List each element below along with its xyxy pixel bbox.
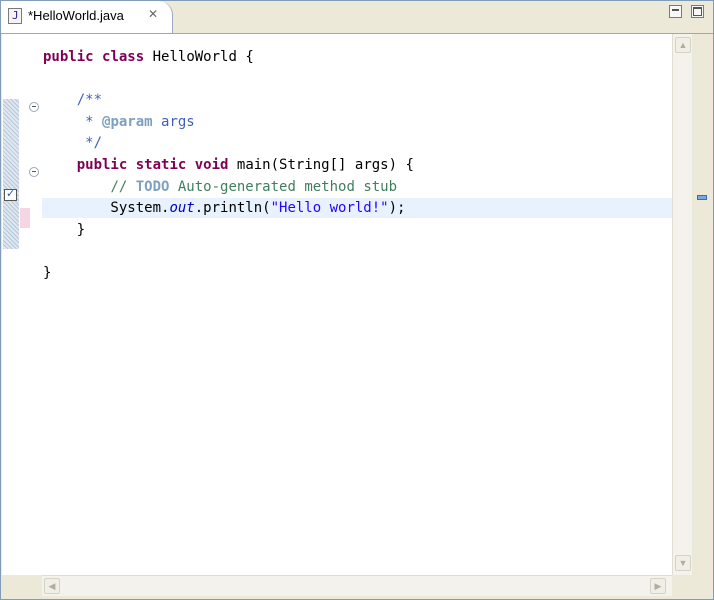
current-line-marker bbox=[20, 208, 30, 228]
code-token: */ bbox=[43, 135, 103, 152]
code-line[interactable]: */ bbox=[42, 133, 672, 153]
code-token: /** bbox=[76, 92, 103, 109]
code-token: TODO bbox=[135, 178, 170, 195]
code-token: // bbox=[110, 178, 136, 195]
quick-diff-range-indicator bbox=[3, 99, 19, 249]
scroll-right-button[interactable]: ▶ bbox=[650, 578, 666, 594]
java-editor-window: J *HelloWorld.java ✕ public class HelloW… bbox=[0, 0, 714, 600]
code-line[interactable] bbox=[42, 69, 672, 89]
code-line[interactable]: public class HelloWorld { bbox=[42, 47, 672, 67]
code-token: } bbox=[43, 221, 86, 238]
code-line[interactable] bbox=[42, 241, 672, 261]
scroll-down-button[interactable]: ▼ bbox=[675, 555, 691, 571]
code-token: class bbox=[102, 49, 145, 65]
code-line[interactable]: * @param args bbox=[42, 112, 672, 132]
close-icon[interactable]: ✕ bbox=[146, 7, 160, 21]
tab-title: *HelloWorld.java bbox=[28, 8, 124, 23]
code-line[interactable]: System.out.println("Hello world!"); bbox=[42, 198, 672, 219]
code-token: public bbox=[43, 49, 94, 65]
code-token: System. bbox=[43, 200, 170, 217]
code-token: out bbox=[169, 200, 195, 217]
code-token: @param bbox=[102, 113, 153, 130]
code-editor[interactable]: public class HelloWorld { /** * @param a… bbox=[42, 34, 672, 575]
code-line[interactable]: public static void main(String[] args) { bbox=[42, 155, 672, 175]
collapse-javadoc-icon[interactable] bbox=[29, 102, 39, 112]
code-token: .println( bbox=[194, 200, 271, 217]
horizontal-scrollbar[interactable]: ◀ ▶ bbox=[42, 575, 672, 596]
scroll-up-button[interactable]: ▲ bbox=[675, 37, 691, 53]
code-token: "Hello world!" bbox=[270, 200, 389, 217]
maximize-icon[interactable] bbox=[691, 5, 704, 18]
code-token: args bbox=[152, 113, 195, 130]
folding-gutter bbox=[19, 34, 43, 575]
code-token: static bbox=[135, 157, 187, 173]
overview-task-marker[interactable] bbox=[697, 195, 707, 200]
code-line[interactable]: /** bbox=[42, 90, 672, 110]
code-token: ); bbox=[388, 200, 406, 217]
code-line[interactable]: } bbox=[42, 220, 672, 240]
vertical-scrollbar[interactable]: ▲ ▼ bbox=[672, 34, 693, 575]
editor-tab-helloworld[interactable]: J *HelloWorld.java ✕ bbox=[1, 1, 173, 33]
code-token: void bbox=[194, 157, 229, 173]
scrollbar-corner bbox=[672, 575, 713, 595]
editor-tab-bar: J *HelloWorld.java ✕ bbox=[1, 1, 713, 34]
minimize-icon[interactable] bbox=[669, 5, 682, 18]
code-line[interactable]: // TODO Auto-generated method stub bbox=[42, 177, 672, 197]
code-token: } bbox=[43, 265, 52, 281]
code-token: * bbox=[43, 113, 103, 130]
code-token: Auto-generated method stub bbox=[169, 178, 398, 195]
java-file-icon: J bbox=[8, 8, 22, 24]
scroll-left-button[interactable]: ◀ bbox=[44, 578, 60, 594]
code-token: HelloWorld { bbox=[144, 49, 254, 65]
code-token: public bbox=[76, 157, 128, 173]
task-marker-icon[interactable] bbox=[4, 187, 17, 201]
overview-ruler bbox=[692, 34, 713, 575]
code-token: main(String[] args) { bbox=[228, 157, 414, 173]
code-line[interactable]: } bbox=[42, 263, 672, 283]
collapse-method-icon[interactable] bbox=[29, 167, 39, 177]
